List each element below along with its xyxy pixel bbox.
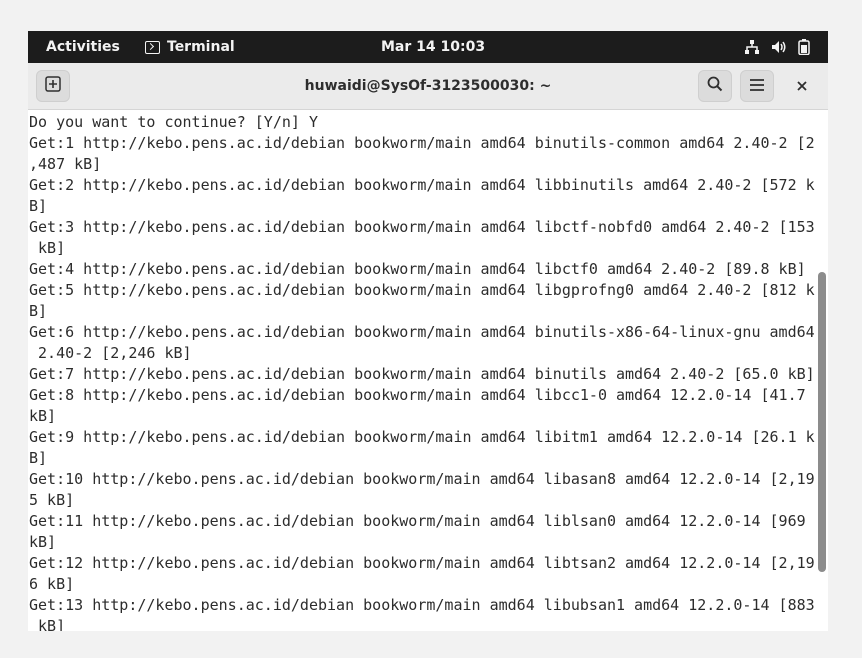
terminal-lines: Do you want to continue? [Y/n] Y Get:1 ht… xyxy=(29,112,815,631)
top-bar: Activities Terminal Mar 14 10:03 xyxy=(28,31,828,63)
terminal-line: Get:13 http://kebo.pens.ac.id/debian boo… xyxy=(29,596,815,614)
terminal-line: Get:7 http://kebo.pens.ac.id/debian book… xyxy=(29,365,815,383)
terminal-line: Get:11 http://kebo.pens.ac.id/debian boo… xyxy=(29,512,806,530)
terminal-line: Get:1 http://kebo.pens.ac.id/debian book… xyxy=(29,134,815,152)
terminal-icon xyxy=(145,40,160,54)
system-tray[interactable] xyxy=(744,31,810,63)
terminal-line: Get:4 http://kebo.pens.ac.id/debian book… xyxy=(29,260,806,278)
terminal-line: Do you want to continue? [Y/n] Y xyxy=(29,113,318,131)
terminal-line: ,487 kB] xyxy=(29,155,102,173)
clock[interactable]: Mar 14 10:03 xyxy=(381,31,485,63)
terminal-line: Get:10 http://kebo.pens.ac.id/debian boo… xyxy=(29,470,815,488)
terminal-line: B] xyxy=(29,197,48,215)
hamburger-menu-icon xyxy=(749,77,765,96)
terminal-line: Get:8 http://kebo.pens.ac.id/debian book… xyxy=(29,386,806,404)
terminal-line: B] xyxy=(29,449,48,467)
scrollbar-thumb[interactable] xyxy=(818,272,826,572)
terminal-line: kB] xyxy=(29,533,57,551)
close-window-button[interactable] xyxy=(786,70,818,102)
terminal-line: 6 kB] xyxy=(29,575,75,593)
terminal-line: Get:3 http://kebo.pens.ac.id/debian book… xyxy=(29,218,815,236)
terminal-line: kB] xyxy=(29,617,66,631)
close-icon xyxy=(796,77,808,96)
activities-button[interactable]: Activities xyxy=(46,31,120,63)
search-icon xyxy=(707,76,723,96)
terminal-output[interactable]: Do you want to continue? [Y/n] Y Get:1 ht… xyxy=(28,110,828,631)
new-tab-button[interactable] xyxy=(36,70,70,102)
main-menu-button[interactable] xyxy=(740,70,774,102)
network-icon xyxy=(744,39,760,55)
terminal-line: 5 kB] xyxy=(29,491,75,509)
terminal-line: kB] xyxy=(29,407,57,425)
terminal-line: Get:6 http://kebo.pens.ac.id/debian book… xyxy=(29,323,815,341)
terminal-line: Get:12 http://kebo.pens.ac.id/debian boo… xyxy=(29,554,815,572)
terminal-scrollbar[interactable] xyxy=(818,110,826,631)
terminal-line: kB] xyxy=(29,239,66,257)
terminal-header-bar: huwaidi@SysOf-3123500030: ~ xyxy=(28,63,828,110)
terminal-line: Get:2 http://kebo.pens.ac.id/debian book… xyxy=(29,176,815,194)
battery-icon xyxy=(798,39,810,55)
desktop-screen: Activities Terminal Mar 14 10:03 huwaidi… xyxy=(28,31,828,631)
new-tab-icon xyxy=(45,76,61,96)
terminal-line: Get:5 http://kebo.pens.ac.id/debian book… xyxy=(29,281,815,299)
terminal-line: 2.40-2 [2,246 kB] xyxy=(29,344,192,362)
app-menu-label: Terminal xyxy=(167,39,235,55)
terminal-line: Get:9 http://kebo.pens.ac.id/debian book… xyxy=(29,428,815,446)
search-button[interactable] xyxy=(698,70,732,102)
volume-icon xyxy=(771,39,787,55)
terminal-line: B] xyxy=(29,302,48,320)
app-menu-button[interactable]: Terminal xyxy=(145,31,235,63)
